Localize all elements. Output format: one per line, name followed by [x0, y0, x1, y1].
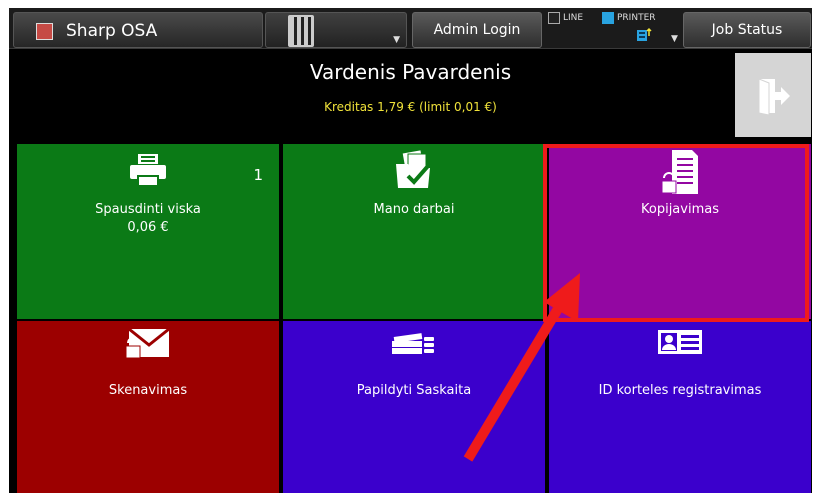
job-status-button[interactable]: Job Status	[683, 12, 811, 48]
line-mode[interactable]: LINE	[548, 12, 583, 24]
folder-check-icon	[392, 150, 436, 194]
tile-price: 0,06 €	[127, 220, 169, 235]
line-checkbox-icon	[548, 12, 560, 24]
tile-label: Skenavimas	[108, 383, 188, 398]
user-name: Vardenis Pavardenis	[309, 60, 512, 84]
printer-checkbox-icon	[602, 12, 614, 24]
mode-selector[interactable]: LINE PRINTER ▼	[544, 10, 678, 47]
app-title: Sharp OSA	[66, 21, 158, 41]
device-screen: Sharp OSA ▼ Admin Login LINE PRINTER ▼ J…	[9, 8, 812, 493]
caret-down-icon: ▼	[671, 34, 678, 44]
printer-mode[interactable]: PRINTER	[602, 12, 656, 24]
tile-my-jobs[interactable]: Mano darbai	[283, 144, 545, 319]
tile-scan[interactable]: Skenavimas	[17, 321, 279, 493]
queued-jobs-count: 1	[253, 166, 263, 184]
tile-label: ID korteles registravimas	[598, 383, 762, 398]
tile-id-card[interactable]: ID korteles registravimas	[549, 321, 811, 493]
locked-document-icon	[660, 148, 700, 200]
money-stack-icon	[390, 331, 438, 363]
keypad-icon	[288, 15, 314, 47]
locked-envelope-icon	[125, 325, 171, 363]
printer-icon	[128, 152, 168, 192]
top-bar: Sharp OSA ▼ Admin Login LINE PRINTER ▼ J…	[9, 8, 812, 49]
tile-label: Mano darbai	[373, 202, 455, 217]
tile-print-all[interactable]: 1 Spausdinti viska 0,06 €	[17, 144, 279, 319]
app-logo-icon	[36, 23, 53, 40]
tile-label: Spausdinti viska	[95, 202, 201, 217]
line-label: LINE	[563, 13, 584, 23]
caret-down-icon: ▼	[393, 35, 400, 45]
admin-login-button[interactable]: Admin Login	[412, 12, 542, 48]
printer-label: PRINTER	[617, 13, 656, 23]
credit-info: Kreditas 1,79 € (limit 0,01 €)	[324, 100, 497, 114]
tile-label: Papildyti Saskaita	[356, 383, 472, 398]
tile-top-up[interactable]: Papildyti Saskaita	[283, 321, 545, 493]
id-card-icon	[657, 329, 703, 359]
app-menu-button[interactable]: Sharp OSA	[13, 12, 263, 48]
logout-icon	[758, 78, 790, 115]
logout-button[interactable]	[735, 53, 811, 137]
tile-label: Kopijavimas	[641, 202, 719, 217]
keypad-button[interactable]: ▼	[265, 12, 407, 48]
printer-status-icon	[636, 27, 652, 47]
tile-copy[interactable]: Kopijavimas	[549, 144, 811, 319]
